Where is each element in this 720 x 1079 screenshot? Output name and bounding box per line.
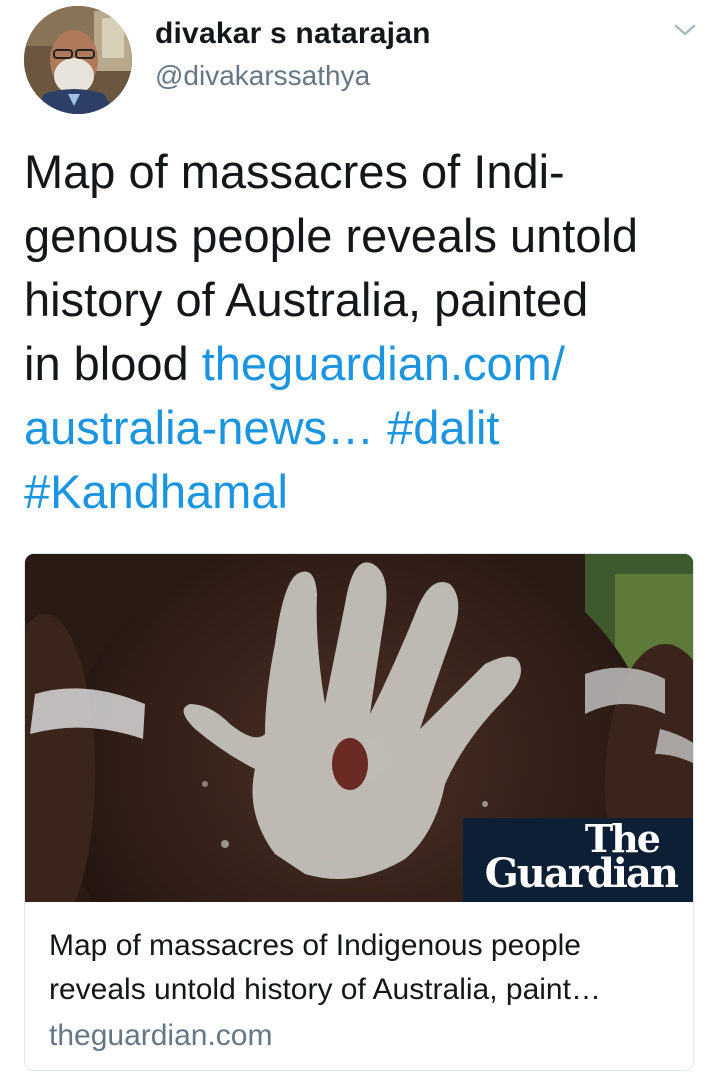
card-title-line: Map of massacres of Indigenous people — [49, 929, 581, 962]
guardian-logo: The Guardian — [463, 818, 693, 902]
card-domain: theguardian.com — [49, 1019, 273, 1052]
tweet-text-fragment: in blood — [24, 337, 202, 390]
tweet-text-line: genous people reveals untold — [24, 209, 639, 262]
card-body[interactable]: Map of massacres of Indigenous people re… — [49, 924, 679, 1058]
logo-text-guardian: Guardian — [484, 850, 679, 897]
display-name[interactable]: divakar s natarajan — [155, 14, 431, 54]
profile-photo-icon — [24, 6, 132, 114]
tweet-text-line-with-link: in blood theguardian.com/ — [24, 332, 704, 396]
author-block[interactable]: divakar s natarajan @divakarssathya — [155, 14, 431, 96]
tweet-text-line: #Kandhamal — [24, 460, 704, 524]
tweet-text-line: history of Australia, painted — [24, 273, 589, 326]
avatar[interactable] — [24, 6, 132, 114]
article-link[interactable]: theguardian.com/ — [202, 337, 565, 390]
article-link-continued[interactable]: australia-news… — [24, 401, 374, 454]
link-preview-card[interactable]: The Guardian Map of massacres of Indigen… — [24, 553, 694, 1071]
hashtag-dalit[interactable]: #dalit — [387, 401, 499, 454]
tweet[interactable]: divakar s natarajan @divakarssathya Map … — [0, 0, 720, 1079]
tweet-text-line: Map of massacres of Indi- — [24, 145, 565, 198]
chevron-down-icon[interactable] — [672, 20, 698, 40]
user-handle[interactable]: @divakarssathya — [155, 56, 431, 96]
card-title-line: reveals untold history of Australia, pai… — [49, 973, 601, 1006]
hashtag-kandhamal[interactable]: #Kandhamal — [24, 465, 288, 518]
tweet-text-line-with-link: australia-news… #dalit — [24, 396, 704, 460]
tweet-text: Map of massacres of Indi- genous people … — [24, 140, 704, 524]
card-title[interactable]: Map of massacres of Indigenous people re… — [49, 924, 679, 1012]
card-image[interactable]: The Guardian — [25, 554, 693, 902]
